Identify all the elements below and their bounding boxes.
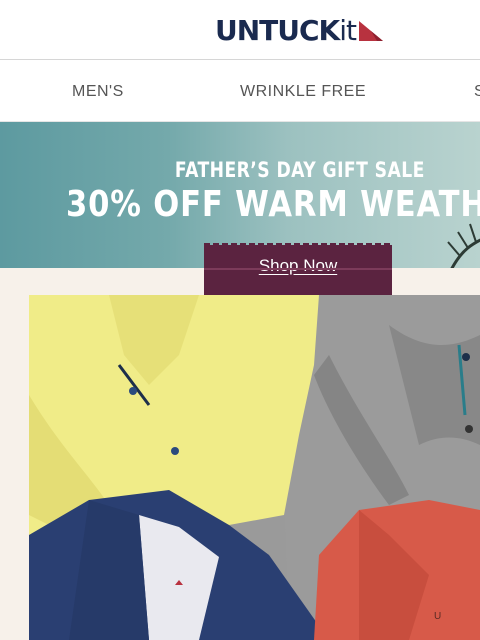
brand-logo-text: UNTUCKit (215, 13, 357, 47)
promo-subtitle: FATHER’S DAY GIFT SALE (174, 158, 425, 182)
nav-item-wrinkle-free[interactable]: WRINKLE FREE (240, 83, 366, 101)
shirts-photo-icon: U (29, 295, 480, 640)
category-nav: MEN'S WRINKLE FREE S (0, 61, 480, 122)
palm-leaf-icon (447, 223, 480, 268)
brand-logo-icon (359, 21, 384, 41)
nav-item-mens[interactable]: MEN'S (72, 83, 124, 101)
shop-now-button[interactable]: Shop Now (204, 243, 392, 295)
shop-now-label: Shop Now (258, 256, 338, 275)
nav-item-partial[interactable]: S (474, 83, 480, 101)
button-stripe (204, 268, 392, 270)
brand-logo[interactable]: UNTUCKit (215, 12, 385, 48)
site-header: UNTUCKit (0, 0, 480, 60)
hero-shirts-photo[interactable]: U (29, 295, 480, 640)
promo-headline: 30% OFF WARM WEATHER STY (66, 184, 480, 225)
svg-text:U: U (434, 611, 441, 622)
